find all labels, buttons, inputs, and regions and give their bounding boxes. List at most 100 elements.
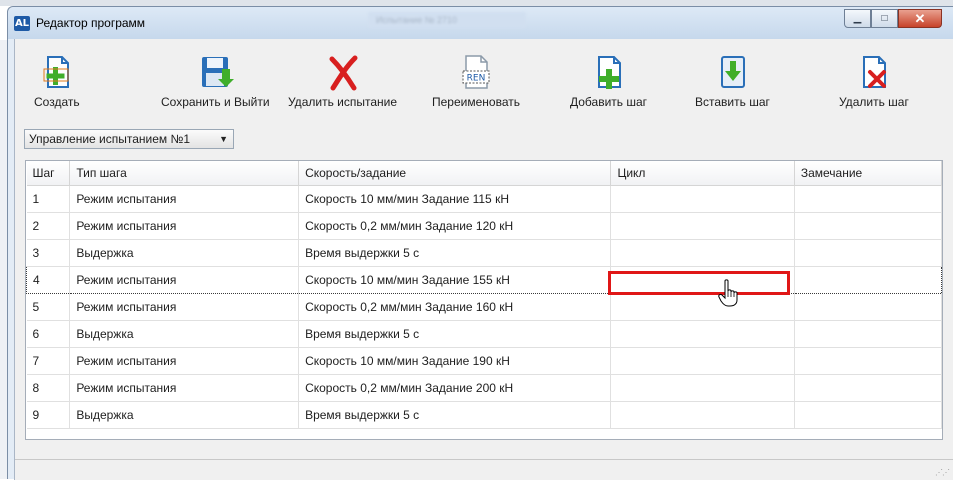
- step-type-cell[interactable]: Режим испытания: [69, 347, 300, 375]
- close-button[interactable]: ✕: [898, 9, 942, 28]
- step-type-cell[interactable]: Выдержка: [69, 320, 300, 348]
- note-cell[interactable]: [794, 239, 942, 267]
- step-number-cell[interactable]: 4: [26, 266, 71, 294]
- column-header-note[interactable]: Замечание: [794, 161, 942, 186]
- step-type-cell[interactable]: Режим испытания: [69, 293, 300, 321]
- step-number-cell[interactable]: 7: [26, 347, 71, 375]
- column-header-speed-target[interactable]: Скорость/задание: [298, 161, 612, 186]
- table-row[interactable]: 6 Выдержка Время выдержки 5 с: [26, 320, 942, 348]
- delete-test-button[interactable]: Удалить испытание: [288, 55, 397, 113]
- add-step-button[interactable]: Добавить шаг: [570, 55, 647, 113]
- table-row-selected[interactable]: 4 Режим испытания Скорость 10 мм/мин Зад…: [26, 266, 942, 294]
- table-header: Шаг Тип шага Скорость/задание Цикл Замеч…: [26, 161, 942, 186]
- note-cell[interactable]: [794, 212, 942, 240]
- toolbar: Создать Сохранить и Выйти Удалить испыта…: [15, 39, 953, 119]
- window-client-area: Создать Сохранить и Выйти Удалить испыта…: [14, 39, 953, 480]
- table-row[interactable]: 2 Режим испытания Скорость 0,2 мм/мин За…: [26, 212, 942, 240]
- speed-target-cell[interactable]: Время выдержки 5 с: [298, 320, 612, 348]
- step-type-cell[interactable]: Выдержка: [69, 239, 300, 267]
- note-cell[interactable]: [794, 185, 942, 213]
- test-control-select[interactable]: Управление испытанием №1 ▼: [24, 129, 234, 149]
- step-number-cell[interactable]: 9: [26, 401, 71, 429]
- step-type-cell[interactable]: Режим испытания: [69, 374, 300, 402]
- insert-step-label: Вставить шаг: [695, 95, 770, 109]
- hand-pointer-cursor-icon: [718, 279, 738, 307]
- speed-target-cell[interactable]: Скорость 10 мм/мин Задание 115 кН: [298, 185, 612, 213]
- note-cell[interactable]: [794, 347, 942, 375]
- column-header-step[interactable]: Шаг: [26, 161, 71, 186]
- rename-icon-text: REN: [467, 74, 486, 84]
- step-type-cell[interactable]: Выдержка: [69, 401, 300, 429]
- rename-label: Переименовать: [432, 95, 520, 109]
- cycle-cell[interactable]: [610, 212, 795, 240]
- step-number-cell[interactable]: 5: [26, 293, 71, 321]
- note-cell[interactable]: [794, 266, 942, 294]
- note-cell[interactable]: [794, 320, 942, 348]
- app-logo-icon: AL: [14, 16, 30, 31]
- rename-document-icon: REN: [462, 55, 490, 89]
- save-and-exit-label: Сохранить и Выйти: [161, 95, 270, 109]
- insert-step-icon: [721, 56, 746, 88]
- resize-grip-icon[interactable]: ⋰⋰: [935, 468, 950, 477]
- step-type-cell[interactable]: Режим испытания: [69, 212, 300, 240]
- step-number-cell[interactable]: 3: [26, 239, 71, 267]
- red-x-icon: [329, 55, 357, 91]
- cycle-cell[interactable]: [610, 293, 795, 321]
- speed-target-cell[interactable]: Скорость 10 мм/мин Задание 190 кН: [298, 347, 612, 375]
- table-row[interactable]: 8 Режим испытания Скорость 0,2 мм/мин За…: [26, 374, 942, 402]
- test-control-select-value: Управление испытанием №1: [29, 132, 191, 146]
- speed-target-cell[interactable]: Время выдержки 5 с: [298, 401, 612, 429]
- window-title: Редактор программ: [36, 16, 146, 30]
- cycle-cell[interactable]: [610, 320, 795, 348]
- add-step-icon: [597, 56, 621, 89]
- column-header-cycle[interactable]: Цикл: [610, 161, 795, 186]
- cycle-cell[interactable]: [610, 266, 795, 294]
- status-bar: ⋰⋰: [15, 459, 953, 480]
- speed-target-cell[interactable]: Время выдержки 5 с: [298, 239, 612, 267]
- add-step-label: Добавить шаг: [570, 95, 648, 109]
- delete-step-icon: [862, 56, 886, 88]
- step-number-cell[interactable]: 6: [26, 320, 71, 348]
- save-and-exit-button[interactable]: Сохранить и Выйти: [161, 55, 270, 113]
- cycle-cell[interactable]: [610, 374, 795, 402]
- steps-table: Шаг Тип шага Скорость/задание Цикл Замеч…: [25, 160, 943, 440]
- save-disk-icon: [202, 57, 235, 87]
- rename-button[interactable]: REN Переименовать: [432, 55, 520, 113]
- speed-target-cell[interactable]: Скорость 0,2 мм/мин Задание 200 кН: [298, 374, 612, 402]
- window-controls: ▁ □ ✕: [844, 9, 942, 29]
- step-number-cell[interactable]: 2: [26, 212, 71, 240]
- table-row[interactable]: 7 Режим испытания Скорость 10 мм/мин Зад…: [26, 347, 942, 375]
- note-cell[interactable]: [794, 374, 942, 402]
- delete-step-button[interactable]: Удалить шаг: [839, 55, 909, 113]
- program-editor-window: AL Редактор программ Испытание № 2710 ▁ …: [7, 6, 953, 480]
- create-button[interactable]: Создать: [34, 55, 80, 113]
- create-label: Создать: [34, 95, 80, 109]
- maximize-button[interactable]: □: [871, 9, 898, 28]
- table-row[interactable]: 5 Режим испытания Скорость 0,2 мм/мин За…: [26, 293, 942, 321]
- cycle-cell[interactable]: [610, 239, 795, 267]
- note-cell[interactable]: [794, 401, 942, 429]
- delete-step-label: Удалить шаг: [839, 95, 909, 109]
- delete-test-label: Удалить испытание: [288, 95, 398, 109]
- speed-target-cell[interactable]: Скорость 0,2 мм/мин Задание 160 кН: [298, 293, 612, 321]
- table-row[interactable]: 3 Выдержка Время выдержки 5 с: [26, 239, 942, 267]
- speed-target-cell[interactable]: Скорость 0,2 мм/мин Задание 120 кН: [298, 212, 612, 240]
- minimize-button[interactable]: ▁: [844, 9, 871, 28]
- speed-target-cell[interactable]: Скорость 10 мм/мин Задание 155 кН: [298, 266, 612, 294]
- step-number-cell[interactable]: 8: [26, 374, 71, 402]
- step-type-cell[interactable]: Режим испытания: [69, 266, 300, 294]
- cycle-cell[interactable]: [610, 347, 795, 375]
- table-row[interactable]: 9 Выдержка Время выдержки 5 с: [26, 401, 942, 429]
- step-number-cell[interactable]: 1: [26, 185, 71, 213]
- table-row[interactable]: 1 Режим испытания Скорость 10 мм/мин Зад…: [26, 185, 942, 213]
- cycle-cell[interactable]: [610, 185, 795, 213]
- insert-step-button[interactable]: Вставить шаг: [695, 55, 770, 113]
- note-cell[interactable]: [794, 293, 942, 321]
- new-document-plus-icon: [43, 56, 69, 88]
- blurred-title-text: Испытание № 2710: [368, 12, 526, 28]
- column-header-step-type[interactable]: Тип шага: [69, 161, 300, 186]
- chevron-down-icon: ▼: [219, 134, 228, 144]
- step-type-cell[interactable]: Режим испытания: [69, 185, 300, 213]
- cycle-cell[interactable]: [610, 401, 795, 429]
- title-bar[interactable]: AL Редактор программ Испытание № 2710 ▁ …: [8, 7, 953, 39]
